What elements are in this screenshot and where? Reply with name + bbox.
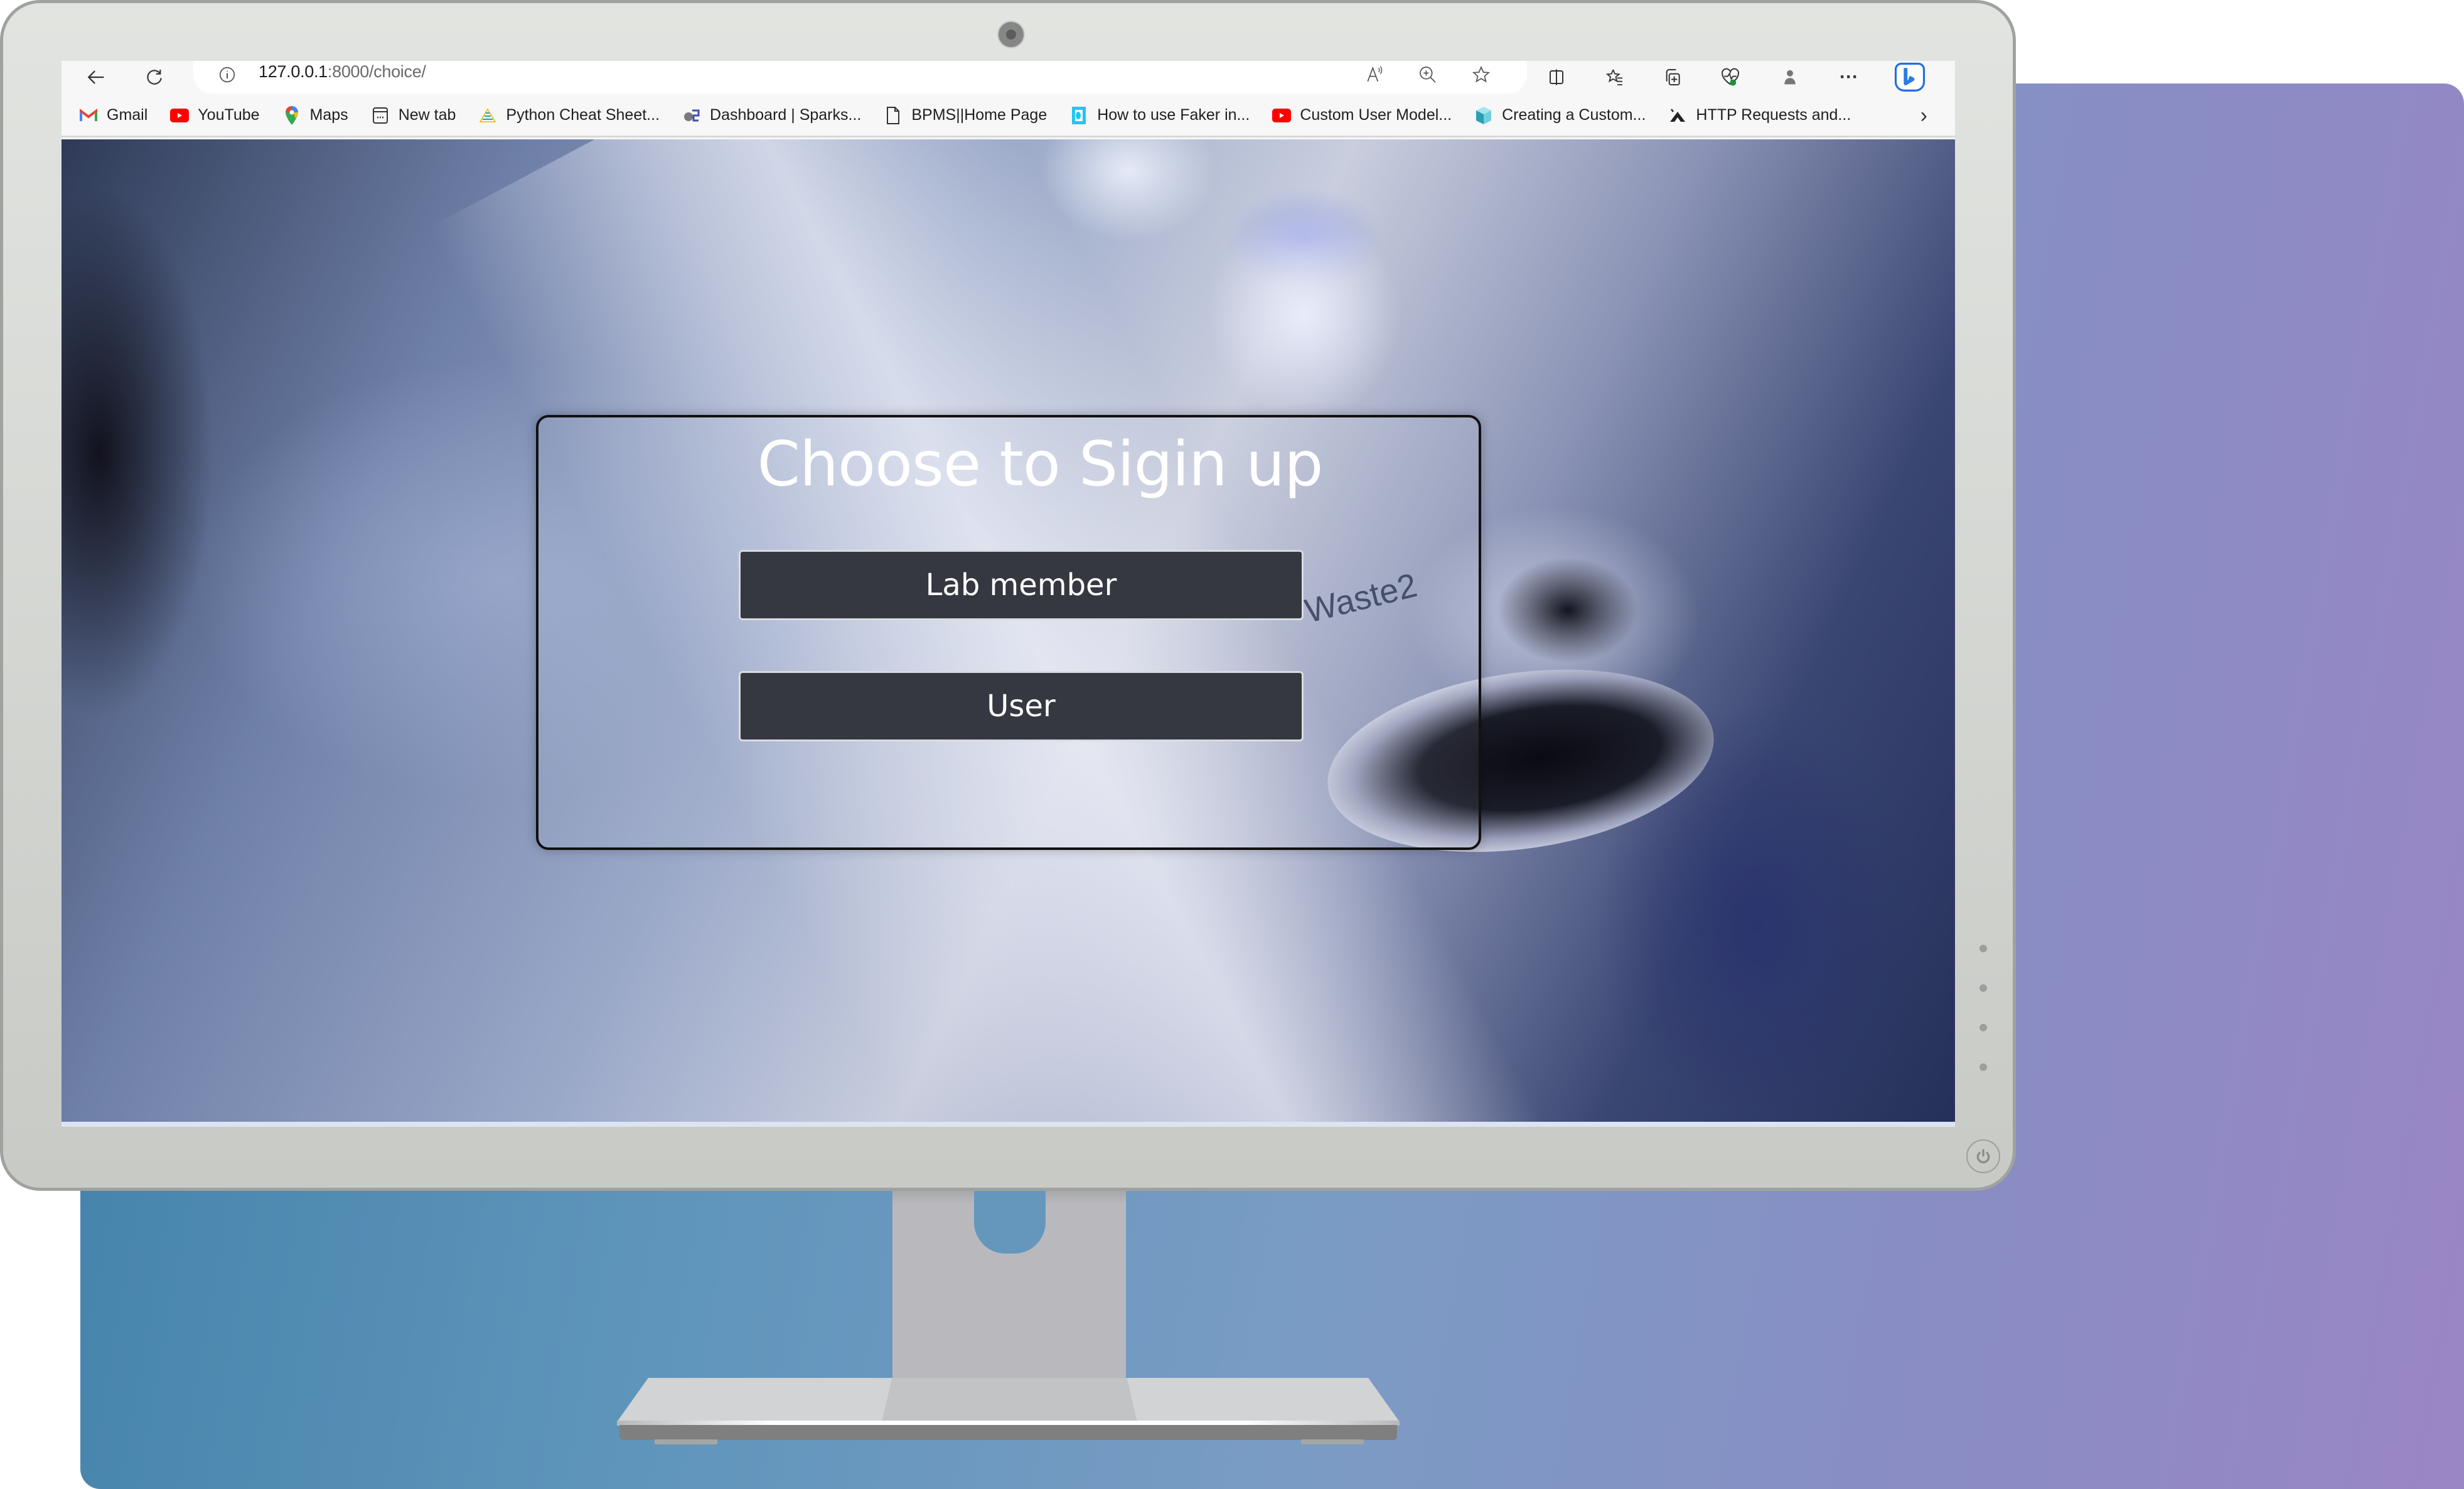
bookmark-label: Dashboard | Sparks... — [710, 106, 862, 124]
monitor-stand-base-bottom — [619, 1425, 1397, 1440]
split-screen-button[interactable] — [1543, 63, 1570, 91]
back-button[interactable] — [83, 63, 110, 91]
bookmark-youtube[interactable]: YouTube — [170, 106, 260, 125]
favorite-star-icon — [1472, 65, 1491, 83]
http-icon — [1668, 106, 1687, 125]
bookmark-label: HTTP Requests and... — [1696, 106, 1851, 124]
profile-button[interactable] — [1776, 63, 1804, 91]
lab-member-button[interactable]: Lab member — [739, 550, 1304, 620]
profile-icon — [1784, 70, 1796, 85]
copilot-button[interactable] — [1893, 61, 1927, 95]
read-aloud-button[interactable] — [1361, 61, 1388, 89]
bookmark-python-cheat-sheet[interactable]: Python Cheat Sheet... — [478, 106, 660, 125]
bookmark-label: Maps — [309, 106, 348, 124]
power-icon — [1976, 1149, 1990, 1164]
monitor-button-dot — [1979, 1024, 1987, 1031]
bookmark-label: YouTube — [198, 106, 260, 124]
cube-icon — [1474, 106, 1493, 125]
info-icon — [219, 67, 235, 83]
bookmark-new-tab[interactable]: New tab — [371, 106, 456, 125]
faker-icon — [1069, 106, 1088, 125]
bookmark-label: Python Cheat Sheet... — [506, 106, 660, 124]
youtube-icon — [1272, 106, 1292, 125]
refresh-icon — [147, 70, 162, 85]
browser-essentials-button[interactable] — [1717, 63, 1744, 91]
page-title: Choose to Sigin up — [757, 429, 1324, 500]
monitor-stand-base-center — [882, 1378, 1137, 1422]
bookmarks-bar: Gmail YouTube Maps New tab Python Cheat … — [62, 95, 1955, 137]
bookmark-label: Creating a Custom... — [1502, 106, 1646, 124]
bookmark-label: BPMS||Home Page — [911, 106, 1047, 124]
zoom-button[interactable] — [1414, 61, 1442, 89]
user-button[interactable]: User — [739, 671, 1304, 741]
arrow-left-icon — [87, 70, 104, 84]
bookmark-gmail[interactable]: Gmail — [79, 106, 147, 125]
bookmark-label: New tab — [398, 106, 456, 124]
bookmark-custom-user-model[interactable]: Custom User Model... — [1272, 106, 1452, 125]
copilot-icon — [1894, 62, 1926, 92]
collections-icon — [1666, 69, 1680, 85]
monitor-stand-foot-left — [655, 1439, 717, 1444]
maps-icon — [282, 105, 301, 125]
monitor-button-dot — [1979, 945, 1987, 952]
monitor-button-dot — [1979, 1063, 1987, 1071]
address-bar[interactable]: 127.0.0.1:8000/choice/ — [193, 61, 1527, 94]
site-info-button[interactable] — [215, 62, 240, 87]
refresh-button[interactable] — [141, 63, 168, 91]
browser-essentials-icon — [1722, 68, 1739, 86]
gmail-icon — [79, 106, 98, 125]
bookmark-maps[interactable]: Maps — [282, 105, 348, 125]
url-text[interactable]: 127.0.0.1:8000/choice/ — [259, 62, 426, 82]
more-button[interactable]: ··· — [1835, 63, 1863, 91]
bookmark-creating-custom[interactable]: Creating a Custom... — [1474, 106, 1646, 125]
split-screen-icon — [1550, 69, 1563, 85]
bookmark-bpms-home[interactable]: BPMS||Home Page — [884, 106, 1047, 125]
bookmarks-overflow-button[interactable]: › — [1920, 104, 1927, 128]
bookmark-label: Gmail — [107, 106, 148, 124]
bookmark-faker[interactable]: How to use Faker in... — [1069, 106, 1250, 125]
youtube-icon — [170, 106, 190, 125]
collections-button[interactable] — [1659, 63, 1686, 91]
favorites-button[interactable] — [1601, 63, 1629, 91]
bookmark-label: Custom User Model... — [1300, 106, 1452, 124]
browser-toolbar: 127.0.0.1:8000/choice/ ··· — [62, 61, 1955, 95]
dashboard-icon — [682, 106, 701, 125]
bookmark-http-requests[interactable]: HTTP Requests and... — [1668, 106, 1851, 125]
zoom-icon — [1420, 67, 1436, 83]
favorite-button[interactable] — [1467, 61, 1495, 89]
signup-choice-card: Choose to Sigin up Lab member User — [536, 415, 1481, 850]
screen-bottom-edge — [62, 1122, 1955, 1127]
monitor-stand-foot-right — [1301, 1439, 1364, 1444]
power-button[interactable] — [1966, 1139, 2000, 1173]
browser-window: 127.0.0.1:8000/choice/ ··· Gmail YouTube… — [62, 61, 1955, 1127]
url-host: 127.0.0.1 — [259, 62, 328, 81]
new-tab-icon — [371, 106, 390, 125]
monitor-button-dot — [1979, 984, 1987, 992]
read-aloud-icon — [1367, 66, 1383, 82]
bookmark-dashboard-sparks[interactable]: Dashboard | Sparks... — [682, 106, 861, 125]
page-icon — [884, 106, 903, 125]
bookmark-label: How to use Faker in... — [1097, 106, 1250, 124]
page-background-image: Waste2 Choose to Sigin up Lab member Use… — [62, 139, 1955, 1127]
url-path: :8000/choice/ — [327, 62, 426, 81]
webcam-icon — [999, 22, 1024, 47]
python-cheatsheet-icon — [478, 106, 497, 125]
favorites-icon — [1605, 69, 1622, 85]
monitor-stand-cable-slot — [974, 1183, 1046, 1254]
